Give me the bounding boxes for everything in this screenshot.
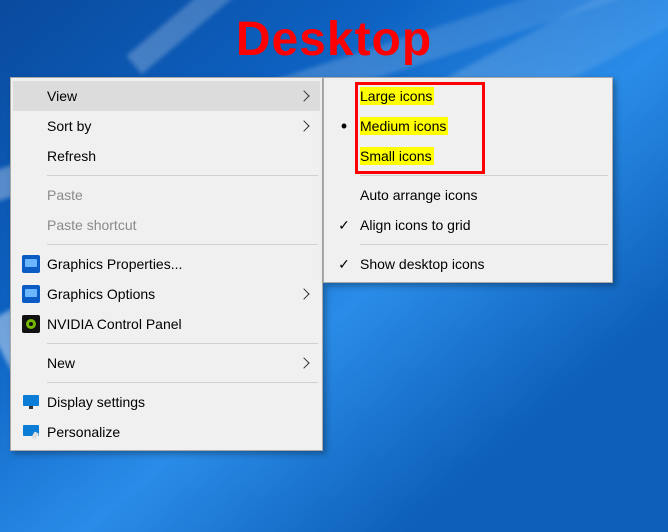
menu-separator	[360, 244, 608, 245]
menu-item-view[interactable]: View	[13, 81, 320, 111]
menu-item-small-icons[interactable]: Small icons	[326, 141, 610, 171]
menu-label: Sort by	[45, 118, 296, 134]
menu-label: Paste shortcut	[45, 217, 296, 233]
menu-separator	[47, 244, 318, 245]
context-menu: View Sort by Refresh Paste Paste shortcu…	[10, 77, 323, 451]
menu-label: Auto arrange icons	[358, 187, 602, 203]
menu-label: Personalize	[45, 424, 296, 440]
menu-item-sort-by[interactable]: Sort by	[13, 111, 320, 141]
menu-label: Paste	[45, 187, 296, 203]
menu-label: Refresh	[45, 148, 296, 164]
annotation-title: Desktop	[236, 12, 432, 67]
intel-graphics-icon	[17, 255, 45, 273]
selected-bullet-icon	[330, 119, 358, 133]
menu-separator	[47, 175, 318, 176]
menu-label: Small icons	[358, 148, 602, 164]
menu-item-paste: Paste	[13, 180, 320, 210]
menu-label: Large icons	[358, 88, 602, 104]
menu-label: Graphics Properties...	[45, 256, 296, 272]
submenu-arrow-icon	[296, 359, 312, 367]
menu-label: Graphics Options	[45, 286, 296, 302]
menu-label: Medium icons	[358, 118, 602, 134]
menu-label: New	[45, 355, 296, 371]
nvidia-icon	[17, 315, 45, 333]
checkmark-icon	[330, 256, 358, 273]
menu-separator	[47, 343, 318, 344]
menu-item-medium-icons[interactable]: Medium icons	[326, 111, 610, 141]
intel-graphics-icon	[17, 285, 45, 303]
submenu-arrow-icon	[296, 92, 312, 100]
menu-item-graphics-options[interactable]: Graphics Options	[13, 279, 320, 309]
menu-item-display-settings[interactable]: Display settings	[13, 387, 320, 417]
menu-label: NVIDIA Control Panel	[45, 316, 296, 332]
menu-item-show-desktop-icons[interactable]: Show desktop icons	[326, 249, 610, 279]
menu-item-graphics-properties[interactable]: Graphics Properties...	[13, 249, 320, 279]
menu-separator	[47, 382, 318, 383]
menu-label: View	[45, 88, 296, 104]
menu-separator	[360, 175, 608, 176]
menu-label: Display settings	[45, 394, 296, 410]
checkmark-icon	[330, 217, 358, 234]
menu-item-nvidia-control-panel[interactable]: NVIDIA Control Panel	[13, 309, 320, 339]
menu-item-paste-shortcut: Paste shortcut	[13, 210, 320, 240]
menu-item-align-to-grid[interactable]: Align icons to grid	[326, 210, 610, 240]
menu-item-auto-arrange[interactable]: Auto arrange icons	[326, 180, 610, 210]
menu-item-personalize[interactable]: Personalize	[13, 417, 320, 447]
display-settings-icon	[17, 393, 45, 411]
personalize-icon	[17, 423, 45, 441]
menu-item-refresh[interactable]: Refresh	[13, 141, 320, 171]
menu-label: Show desktop icons	[358, 256, 602, 272]
menu-label: Align icons to grid	[358, 217, 602, 233]
menu-item-new[interactable]: New	[13, 348, 320, 378]
menu-item-large-icons[interactable]: Large icons	[326, 81, 610, 111]
submenu-arrow-icon	[296, 290, 312, 298]
submenu-arrow-icon	[296, 122, 312, 130]
view-submenu: Large icons Medium icons Small icons Aut…	[323, 77, 613, 283]
